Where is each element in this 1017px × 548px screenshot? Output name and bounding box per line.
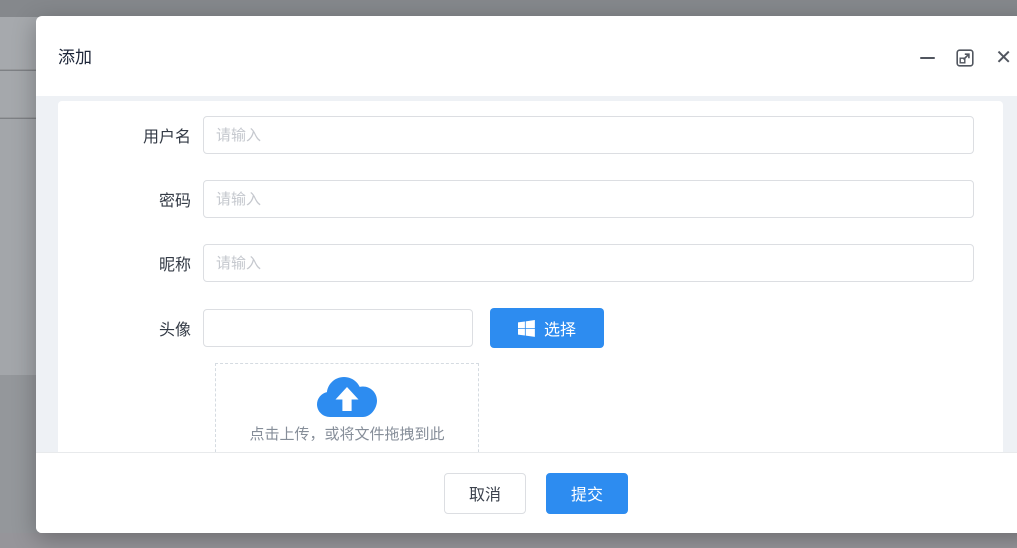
select-file-button-label: 选择 (543, 322, 576, 339)
dialog-body: 用户名 密码 昵称 头像 (36, 96, 1017, 452)
dialog-footer: 取消 提交 (36, 452, 1017, 533)
select-file-button[interactable]: 选择 (490, 308, 604, 348)
form-row-username: 用户名 (58, 116, 1003, 154)
upload-hint-text: 点击上传，或将文件拖拽到此 (249, 426, 445, 443)
close-icon: ✕ (995, 47, 1012, 69)
password-label: 密码 (158, 193, 191, 210)
password-input[interactable] (203, 180, 974, 218)
add-dialog: 添加 ✕ 用户名 请输入 密码 请输入 昵称 请输入 头像 选择 点击上传，或将… (36, 16, 1017, 533)
window-controls: ✕ (920, 48, 1012, 68)
submit-button[interactable]: 提交 (546, 472, 628, 514)
username-input[interactable] (203, 116, 974, 154)
form-card: 用户名 密码 昵称 头像 (58, 101, 1003, 452)
form-row-nickname: 昵称 (58, 244, 1003, 282)
dialog-header: 添加 ✕ (36, 16, 1017, 96)
avatar-label: 头像 (158, 322, 191, 339)
maximize-button[interactable] (956, 49, 974, 67)
minimize-button[interactable] (920, 57, 936, 59)
form-row-avatar: 头像 选择 (58, 308, 1003, 348)
username-label: 用户名 (142, 129, 191, 146)
upload-dropzone[interactable]: 点击上传，或将文件拖拽到此 (215, 363, 479, 452)
form-row-password: 密码 (58, 180, 1003, 218)
screen: 添加 ✕ 用户名 请输入 密码 请输入 昵称 请输入 头像 选择 点击上传，或将… (0, 0, 1017, 548)
nickname-input[interactable] (203, 244, 974, 282)
close-button[interactable]: ✕ (995, 47, 1012, 69)
minimize-icon (920, 57, 936, 59)
upload-row: 点击上传，或将文件拖拽到此 (58, 363, 1003, 452)
avatar-input[interactable] (203, 309, 473, 347)
nickname-label: 昵称 (158, 257, 191, 274)
cloud-upload-icon (317, 377, 377, 417)
dialog-title: 添加 (58, 48, 92, 67)
windows-logo-icon (517, 319, 535, 337)
background-band (0, 533, 1017, 548)
cancel-button[interactable]: 取消 (444, 472, 526, 514)
expand-icon (956, 49, 974, 67)
background-header-band (0, 0, 1017, 17)
